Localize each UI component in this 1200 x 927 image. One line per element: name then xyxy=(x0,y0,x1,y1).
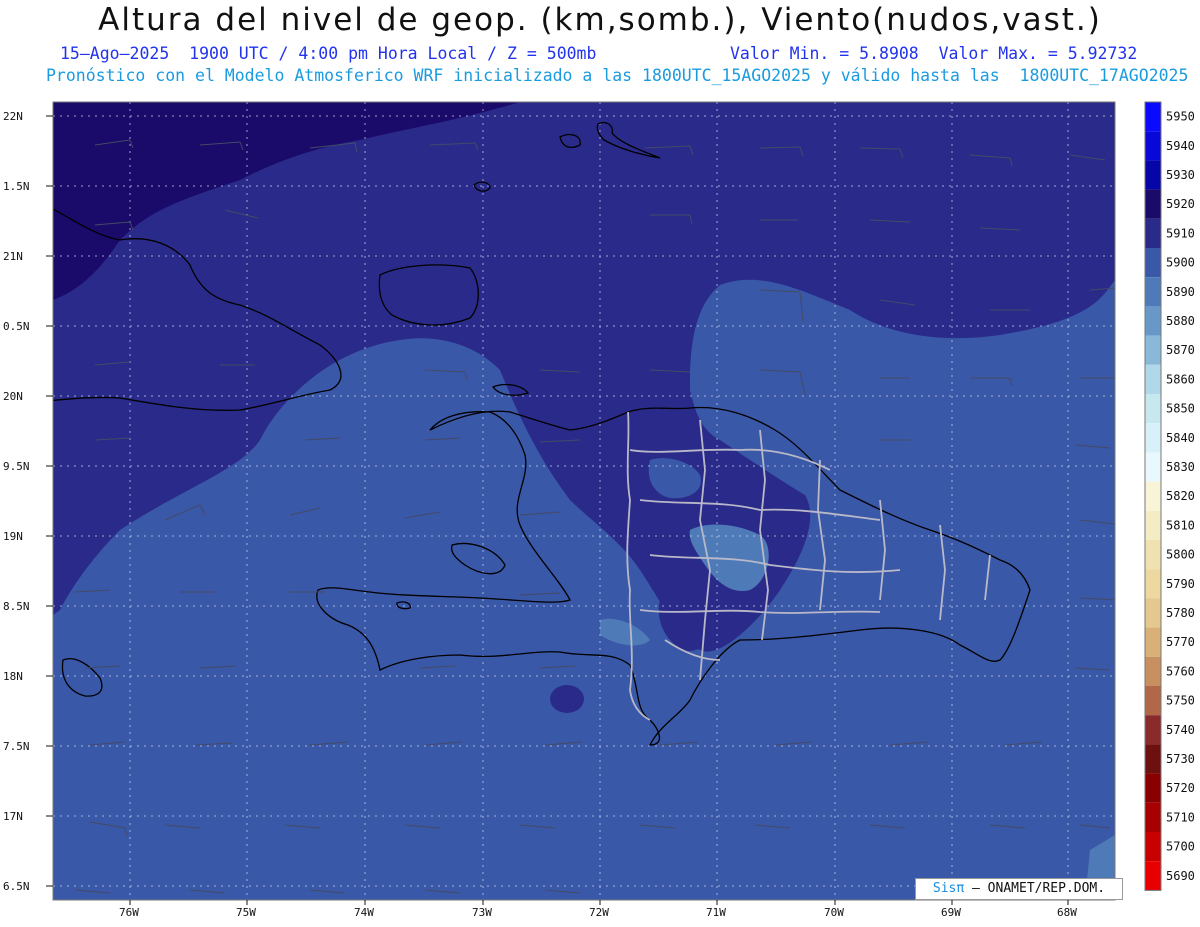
colorbar-label: 5920 xyxy=(1166,197,1195,211)
colorbar-swatch xyxy=(1145,189,1161,219)
colorbar-label: 5830 xyxy=(1166,460,1195,474)
colorbar-label: 5910 xyxy=(1166,226,1195,240)
color-scale-legend: 5950 5940 5930 5920 5910 5900 5890 5880 5870 5860… xyxy=(1144,101,1195,891)
lat-label: 19N xyxy=(3,530,23,543)
colorbar-swatch xyxy=(1145,248,1161,278)
colorbar-swatch xyxy=(1145,715,1161,745)
lat-label: 22N xyxy=(3,110,23,123)
colorbar-label: 5710 xyxy=(1166,810,1195,824)
colorbar-swatch xyxy=(1145,598,1161,628)
colorbar-label: 5810 xyxy=(1166,518,1195,532)
colorbar-swatch xyxy=(1145,394,1161,424)
colorbar-label: 5780 xyxy=(1166,606,1195,620)
colorbar-label: 5890 xyxy=(1166,285,1195,299)
colorbar-swatch xyxy=(1145,218,1161,248)
colorbar-label: 5750 xyxy=(1166,694,1195,708)
colorbar-label: 5720 xyxy=(1166,781,1195,795)
brand-label: Sisπ xyxy=(932,881,965,896)
colorbar-swatch xyxy=(1145,656,1161,686)
lat-label: 1.5N xyxy=(3,180,30,193)
lon-label: 72W xyxy=(589,906,609,919)
colorbar-label: 5730 xyxy=(1166,752,1195,766)
lat-label: 9.5N xyxy=(3,460,30,473)
colorbar-swatch xyxy=(1145,569,1161,599)
lon-label: 70W xyxy=(824,906,844,919)
colorbar-swatch xyxy=(1145,627,1161,657)
colorbar-label: 5840 xyxy=(1166,431,1195,445)
colorbar-swatch xyxy=(1145,861,1161,891)
lat-label: 17N xyxy=(3,810,23,823)
lat-label: 6.5N xyxy=(3,880,30,893)
colorbar-swatch xyxy=(1145,423,1161,453)
colorbar-swatch xyxy=(1145,452,1161,482)
colorbar-label: 5690 xyxy=(1166,869,1195,883)
colorbar-swatch xyxy=(1145,364,1161,394)
colorbar-swatch xyxy=(1145,306,1161,336)
credit-text: – ONAMET/REP.DOM. xyxy=(964,881,1106,896)
colorbar-label: 5880 xyxy=(1166,314,1195,328)
colorbar-swatch xyxy=(1145,686,1161,716)
colorbar-label: 5950 xyxy=(1166,110,1195,124)
lat-label: 0.5N xyxy=(3,320,30,333)
colorbar-label: 5940 xyxy=(1166,139,1195,153)
lat-label: 21N xyxy=(3,250,23,263)
colorbar-swatch xyxy=(1145,802,1161,832)
colorbar-label: 5820 xyxy=(1166,489,1195,503)
lon-label: 74W xyxy=(354,906,374,919)
lat-label: 8.5N xyxy=(3,600,30,613)
credit-label: Sisπ – ONAMET/REP.DOM. xyxy=(915,878,1123,900)
colorbar-label: 5790 xyxy=(1166,577,1195,591)
lon-label: 68W xyxy=(1057,906,1077,919)
lat-label: 18N xyxy=(3,670,23,683)
colorbar-label: 5900 xyxy=(1166,256,1195,270)
colorbar-label: 5870 xyxy=(1166,343,1195,357)
lon-label: 69W xyxy=(941,906,961,919)
geopotential-field xyxy=(53,102,1115,900)
colorbar-label: 5700 xyxy=(1166,840,1195,854)
colorbar-label: 5770 xyxy=(1166,635,1195,649)
colorbar-label: 5800 xyxy=(1166,548,1195,562)
colorbar-label: 5860 xyxy=(1166,372,1195,386)
colorbar-swatch xyxy=(1145,540,1161,570)
colorbar-swatch xyxy=(1145,335,1161,365)
colorbar-swatch xyxy=(1145,131,1161,161)
lon-label: 75W xyxy=(236,906,256,919)
colorbar-swatch xyxy=(1145,510,1161,540)
colorbar-swatch xyxy=(1145,277,1161,307)
longitude-axis: 76W 75W 74W 73W 72W 71W 70W 69W 68W xyxy=(119,900,1077,919)
lat-label: 7.5N xyxy=(3,740,30,753)
lon-label: 71W xyxy=(706,906,726,919)
lon-label: 73W xyxy=(472,906,492,919)
colorbar-swatch xyxy=(1145,744,1161,774)
lat-label: 20N xyxy=(3,390,23,403)
colorbar-swatch xyxy=(1145,102,1161,132)
lon-label: 76W xyxy=(119,906,139,919)
colorbar-swatch xyxy=(1145,481,1161,511)
weather-map: 22N 1.5N 21N 0.5N 20N 9.5N 19N 8.5N 18N … xyxy=(3,101,1195,919)
colorbar-swatch xyxy=(1145,160,1161,190)
colorbar-label: 5740 xyxy=(1166,723,1195,737)
colorbar-label: 5850 xyxy=(1166,402,1195,416)
latitude-axis: 22N 1.5N 21N 0.5N 20N 9.5N 19N 8.5N 18N … xyxy=(3,110,53,893)
colorbar-label: 5760 xyxy=(1166,664,1195,678)
colorbar-swatch xyxy=(1145,773,1161,803)
colorbar-label: 5930 xyxy=(1166,168,1195,182)
colorbar-swatch xyxy=(1145,832,1161,862)
